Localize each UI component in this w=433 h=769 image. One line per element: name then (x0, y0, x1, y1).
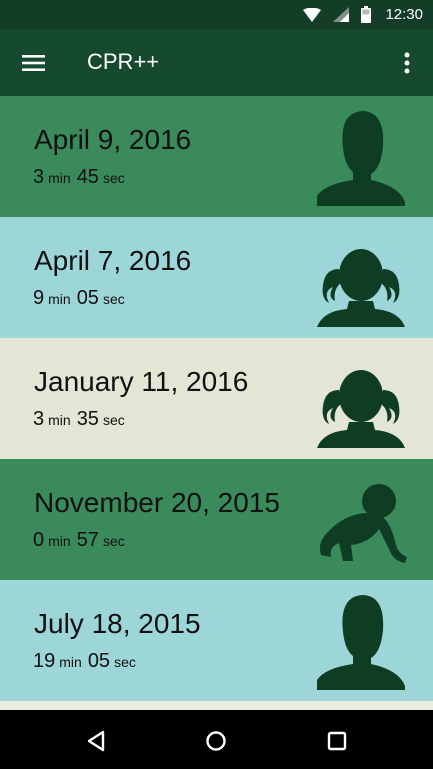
session-card[interactable]: January 11, 2016 3 min 35 sec (0, 338, 433, 459)
infant-silhouette-icon (313, 471, 409, 569)
session-date: July 18, 2015 (34, 608, 201, 639)
session-duration: 9 min 05 sec (33, 287, 131, 310)
status-time: 12:30 (385, 6, 423, 23)
duration-minutes: 3 (33, 166, 45, 188)
duration-minutes-unit: min (48, 170, 71, 186)
session-duration: 3 min 35 sec (33, 408, 131, 431)
wifi-icon (303, 7, 322, 22)
battery-icon (361, 6, 372, 23)
recents-icon[interactable] (320, 724, 354, 758)
duration-minutes: 9 (33, 287, 45, 309)
duration-minutes: 3 (33, 408, 45, 430)
duration-minutes: 0 (33, 529, 45, 551)
hamburger-menu-icon[interactable] (14, 45, 54, 81)
duration-minutes-unit: min (48, 533, 71, 549)
adult-silhouette-icon (313, 592, 409, 690)
session-date: November 20, 2015 (34, 487, 280, 518)
adult-silhouette-icon (313, 108, 409, 206)
session-card[interactable]: November 20, 2015 0 min 57 sec (0, 459, 433, 580)
app-title: CPR++ (87, 49, 160, 74)
child-silhouette-icon (313, 229, 409, 327)
navigation-bar (0, 710, 433, 769)
duration-seconds: 05 (76, 287, 99, 309)
session-date: April 9, 2016 (34, 124, 192, 155)
status-bar: 12:30 (0, 0, 433, 29)
session-card[interactable]: July 18, 2015 19 min 05 sec (0, 580, 433, 701)
duration-seconds: 45 (76, 166, 99, 188)
back-icon[interactable] (79, 724, 113, 758)
duration-seconds: 57 (76, 529, 99, 551)
duration-minutes: 19 (33, 650, 56, 672)
duration-seconds-unit: sec (102, 533, 125, 549)
session-duration: 19 min 05 sec (33, 650, 142, 673)
session-list: April 9, 2016 3 min 45 sec April 7, 2016 9m… (0, 96, 433, 710)
session-card[interactable]: April 7, 2016 9 min 05 sec (0, 217, 433, 338)
home-icon[interactable] (199, 724, 233, 758)
duration-seconds: 35 (76, 408, 99, 430)
session-duration: 3 min 45 sec (33, 166, 131, 189)
session-date: January 11, 2016 (34, 366, 249, 397)
child-silhouette-icon (313, 350, 409, 448)
duration-minutes-unit: min (59, 654, 82, 670)
duration-minutes-unit: min (48, 291, 71, 307)
duration-seconds-unit: sec (102, 291, 125, 307)
duration-seconds-unit: sec (114, 654, 136, 670)
overflow-menu-icon[interactable] (395, 45, 419, 81)
session-card[interactable]: April 9, 2016 3 min 45 sec (0, 96, 433, 217)
duration-minutes-unit: min (48, 412, 71, 428)
session-date: April 7, 2016 (34, 245, 192, 276)
status-icons: 12:30 (303, 0, 423, 29)
session-duration: 0 min 57 sec (33, 529, 131, 552)
duration-seconds-unit: sec (102, 412, 125, 428)
duration-seconds: 05 (87, 650, 111, 672)
app-bar: CPR++ (0, 29, 433, 96)
duration-seconds-unit: sec (102, 170, 125, 186)
signal-icon (333, 7, 350, 22)
